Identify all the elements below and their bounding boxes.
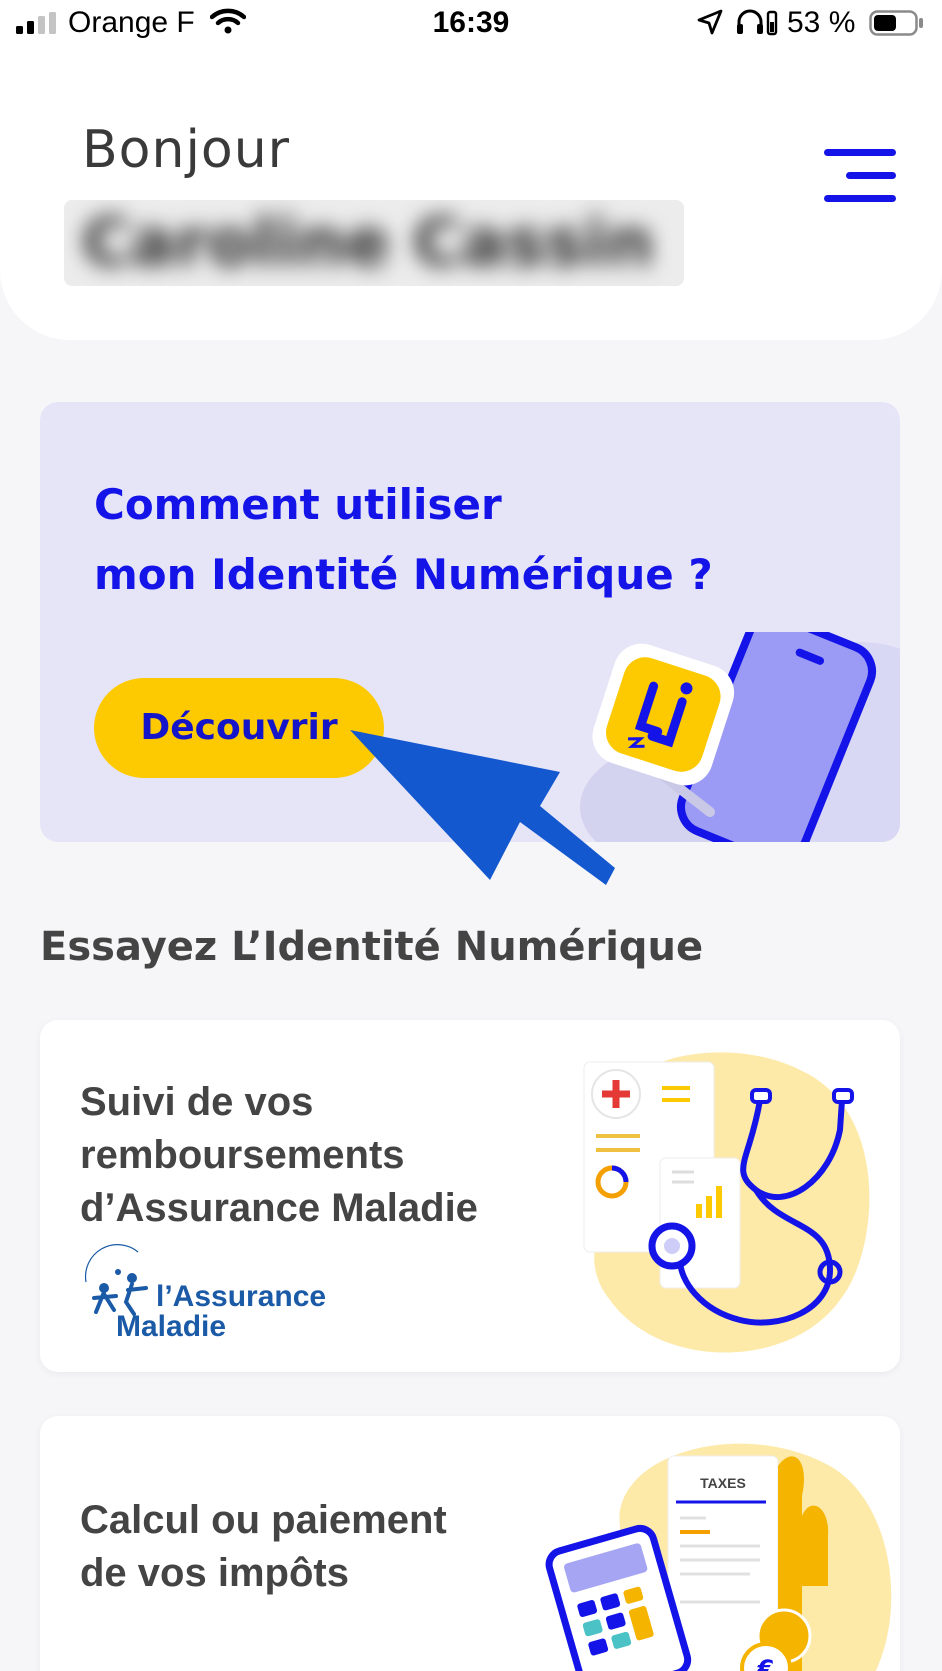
battery-percent: 53 % xyxy=(787,6,856,39)
title-line: Calcul ou paiement xyxy=(80,1498,447,1542)
user-name-redacted: Caroline Cassin xyxy=(64,200,684,286)
title-line: de vos impôts xyxy=(80,1551,349,1595)
user-name-text: Caroline Cassin xyxy=(82,204,654,281)
hamburger-menu-icon xyxy=(824,149,896,202)
banner-title: Comment utiliser mon Identité Numérique … xyxy=(94,470,794,610)
service-card-title: Suivi de vos remboursements d’Assurance … xyxy=(80,1076,550,1235)
discover-button[interactable]: Découvrir xyxy=(94,678,384,778)
location-icon xyxy=(697,9,723,35)
service-card-health-reimbursements[interactable]: Suivi de vos remboursements d’Assurance … xyxy=(40,1020,900,1372)
taxes-calculator-icon: TAXES € xyxy=(545,1443,892,1671)
title-line: d’Assurance Maladie xyxy=(80,1186,478,1230)
assurance-maladie-logo: l’Assurance Maladie xyxy=(78,1242,326,1346)
status-bar: Orange F 16:39 53 % xyxy=(0,0,942,50)
menu-button[interactable] xyxy=(820,145,900,207)
service-card-taxes[interactable]: Calcul ou paiement de vos impôts TAXES € xyxy=(40,1416,900,1671)
service-card-title: Calcul ou paiement de vos impôts xyxy=(80,1494,550,1600)
health-documents-stethoscope-icon xyxy=(583,1052,870,1353)
logo-text-line2: Maladie xyxy=(116,1310,227,1343)
svg-text:€: € xyxy=(757,1655,775,1671)
section-title: Essayez L’Identité Numérique xyxy=(40,924,704,970)
header-card: Bonjour Caroline Cassin xyxy=(0,0,942,340)
banner-title-line1: Comment utiliser xyxy=(94,480,502,529)
battery-icon xyxy=(869,10,923,36)
banner-title-line2: mon Identité Numérique ? xyxy=(94,550,713,599)
logo-text-line1: l’Assurance xyxy=(156,1280,327,1313)
title-line: remboursements xyxy=(80,1133,405,1177)
greeting: Bonjour xyxy=(82,120,291,180)
taxes-label: TAXES xyxy=(700,1475,746,1491)
pointer-arrow-icon xyxy=(350,730,615,885)
headphones-icon xyxy=(737,9,778,36)
title-line: Suivi de vos xyxy=(80,1080,314,1124)
